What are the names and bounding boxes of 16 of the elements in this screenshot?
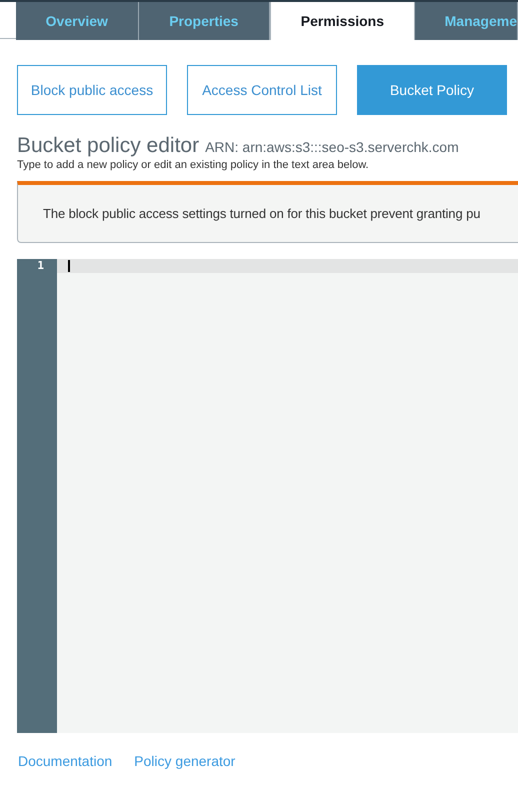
bucket-arn: ARN: arn:aws:s3:::seo-s3.serverchk.com — [205, 138, 459, 157]
editor-hint: Type to add a new policy or edit an existing policy in the text area below. — [16, 159, 370, 173]
alert-message: The block public access settings turned on for this bucket prevent granting pu — [43, 204, 480, 223]
help-link[interactable]: Policy generator — [134, 751, 236, 772]
policy-type-tab[interactable]: Block public access — [17, 65, 167, 115]
editor-title: Bucket policy editor — [17, 133, 200, 159]
text-cursor — [68, 260, 70, 272]
tab[interactable]: Permissions — [270, 2, 415, 40]
tab[interactable]: Overview — [16, 2, 139, 40]
tab[interactable]: Manageme — [414, 2, 518, 40]
help-link[interactable]: Documentation — [18, 751, 112, 772]
tab[interactable]: Properties — [138, 2, 270, 40]
policy-type-tab[interactable]: Access Control List — [187, 65, 337, 115]
policy-type-tab[interactable]: Bucket Policy — [357, 65, 507, 115]
line-number: 1 — [36, 259, 45, 273]
policy-editor[interactable]: 1 — [17, 259, 518, 733]
